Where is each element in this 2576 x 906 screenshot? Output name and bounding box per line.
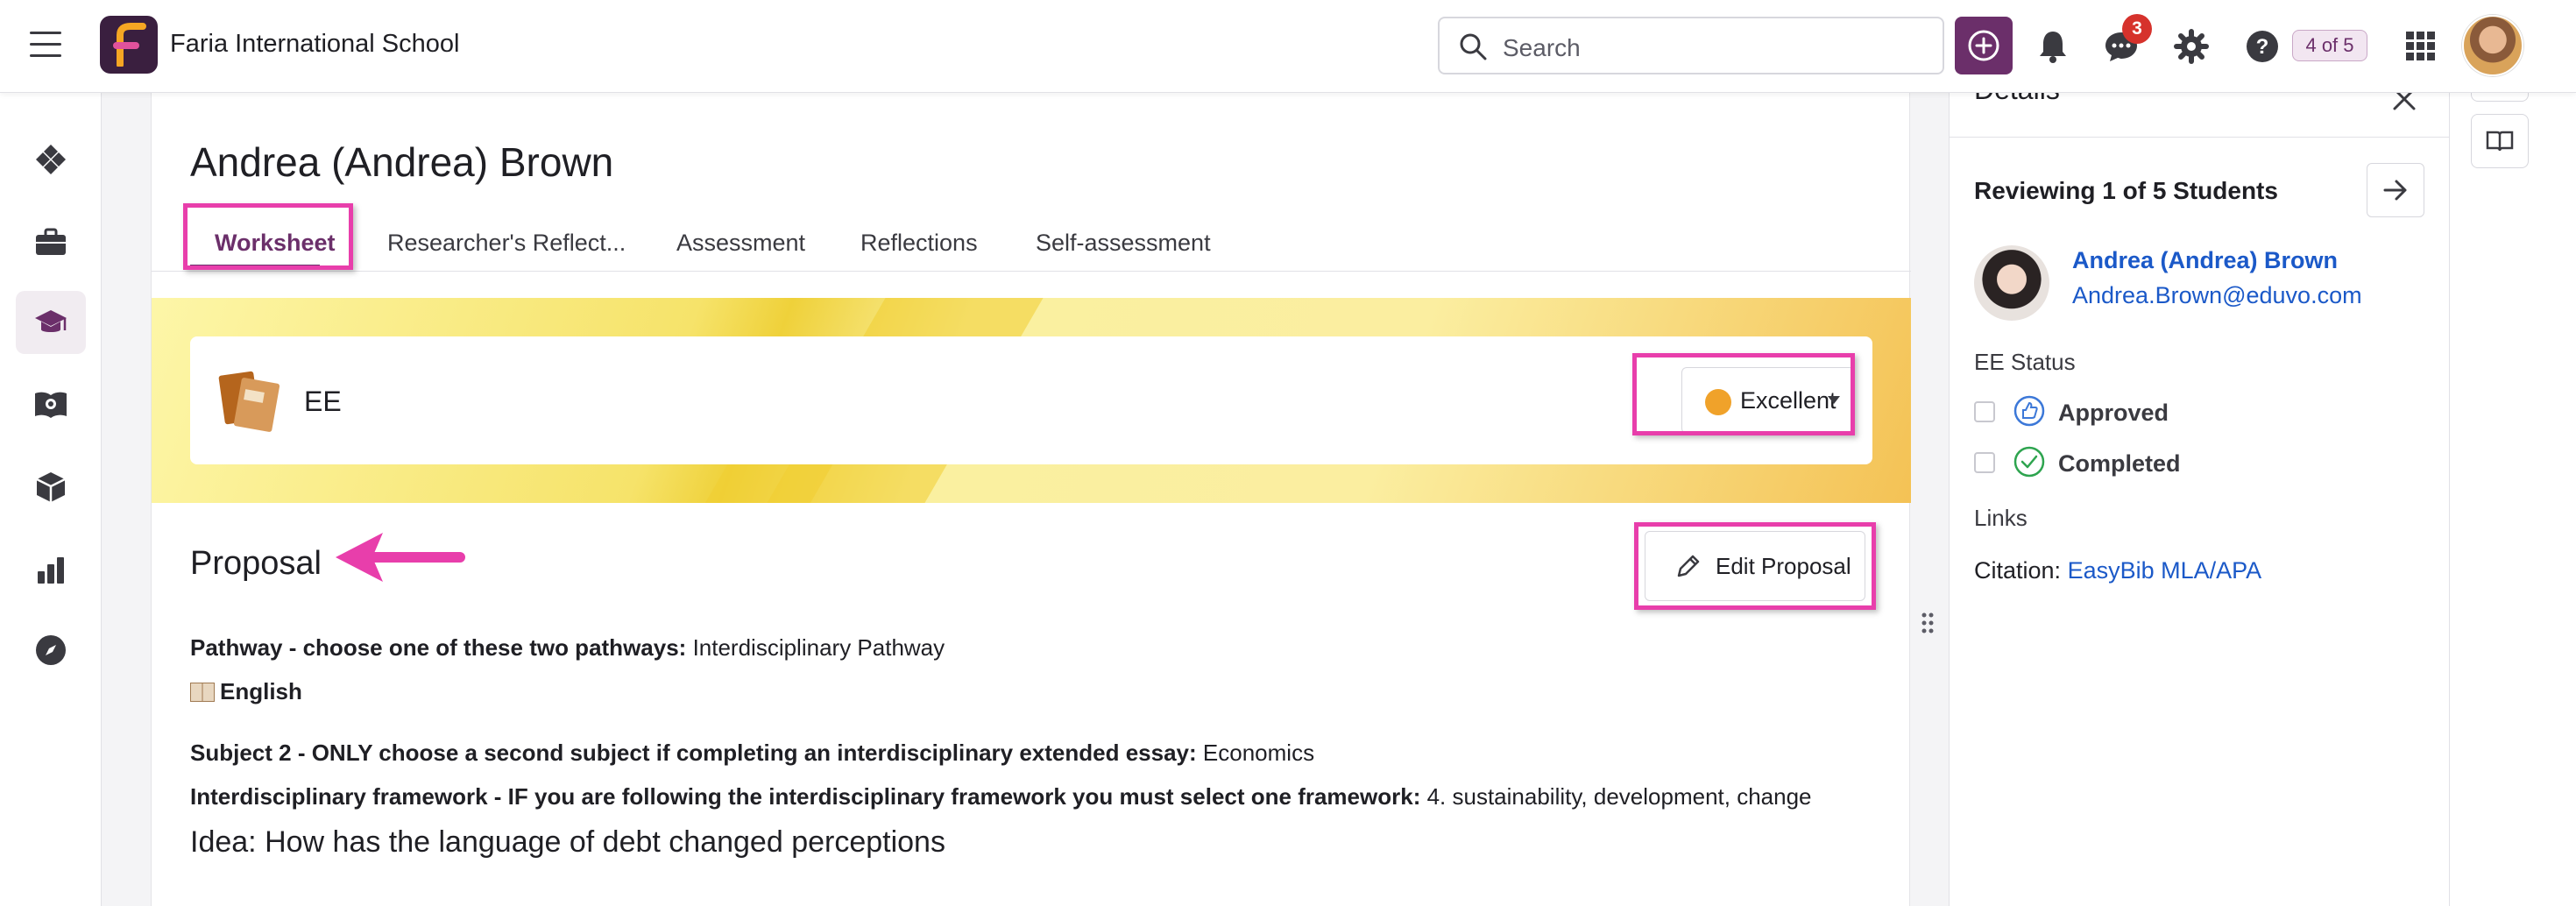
approved-label: Approved (2058, 400, 2169, 426)
citation-label: Citation: (1974, 557, 2062, 584)
notification-badge: 3 (2122, 14, 2152, 44)
sidebar-item-cube[interactable] (16, 456, 86, 519)
details-panel: Details Reviewing 1 of 5 Students Andrea… (1949, 74, 2451, 906)
highlight-grade-dropdown (1632, 353, 1855, 435)
sidebar-item-book[interactable] (16, 373, 86, 436)
student-name-link[interactable]: Andrea (Andrea) Brown (2072, 247, 2338, 274)
search-placeholder: Search (1503, 34, 1581, 61)
sidebar-item-graduation[interactable] (16, 291, 86, 354)
citation-row: Citation: EasyBib MLA/APA (1974, 557, 2261, 584)
briefcase-icon (36, 228, 66, 255)
reviewing-label: Reviewing 1 of 5 Students (1974, 177, 2278, 204)
links-heading: Links (1974, 505, 2028, 531)
sidebar-item-briefcase[interactable] (16, 210, 86, 273)
compass-icon (36, 635, 66, 665)
tab-assessment[interactable]: Assessment (676, 230, 805, 257)
student-avatar (1974, 245, 2049, 321)
arrow-right-icon (2383, 180, 2407, 201)
dashboard-icon (36, 145, 66, 174)
school-name: Faria International School (170, 30, 460, 58)
ee-status-heading: EE Status (1974, 349, 2076, 375)
help-icon[interactable]: ? (2244, 28, 2281, 65)
subject2-field: Subject 2 - ONLY choose a second subject… (190, 740, 1314, 767)
subject2-label: Subject 2 - ONLY choose a second subject… (190, 740, 1197, 766)
check-circle-icon (2013, 446, 2045, 478)
subject1-field: English (190, 678, 302, 705)
books-icon (218, 371, 280, 432)
bar-chart-icon (38, 557, 64, 584)
tab-self-assessment[interactable]: Self-assessment (1036, 230, 1211, 257)
idea-heading: Idea: How has the language of debt chang… (190, 825, 945, 859)
easybib-link[interactable]: EasyBib MLA/APA (2068, 557, 2262, 584)
divider (1950, 137, 2451, 138)
tab-reflections[interactable]: Reflections (860, 230, 978, 257)
proposal-heading: Proposal (190, 545, 322, 582)
framework-value: 4. sustainability, development, change (1426, 783, 1812, 810)
hamburger-menu-icon[interactable] (30, 32, 61, 60)
pathway-label: Pathway - choose one of these two pathwa… (190, 634, 687, 661)
framework-field: Interdisciplinary framework - IF you are… (190, 783, 1812, 810)
page-title: Andrea (Andrea) Brown (190, 139, 614, 185)
gear-icon[interactable] (2173, 28, 2210, 65)
book-icon (35, 392, 67, 418)
cube-icon (36, 472, 66, 502)
school-logo[interactable] (100, 16, 158, 74)
completed-checkbox[interactable] (1974, 452, 1995, 473)
completed-label: Completed (2058, 450, 2181, 477)
bell-icon[interactable] (2035, 28, 2071, 65)
ee-label: EE (304, 386, 342, 417)
sidebar-item-compass[interactable] (16, 619, 86, 682)
subject2-value: Economics (1202, 740, 1315, 766)
thumbs-up-icon (2013, 395, 2045, 427)
highlight-edit-proposal (1634, 522, 1876, 610)
book-emoji-icon (190, 683, 215, 702)
subject1-value: English (220, 678, 302, 704)
book-panel-button[interactable] (2471, 114, 2529, 168)
open-book-icon (2486, 131, 2514, 152)
apps-grid-icon[interactable] (2403, 28, 2439, 65)
pathway-value: Interdisciplinary Pathway (692, 634, 945, 661)
highlight-worksheet-tab (183, 203, 353, 270)
tab-bar: Worksheet Researcher's Reflect... Assess… (152, 207, 1911, 272)
next-student-button[interactable] (2367, 163, 2424, 217)
add-button[interactable] (1955, 17, 2013, 74)
svg-text:?: ? (2256, 35, 2269, 59)
tab-researchers-reflection[interactable]: Researcher's Reflect... (387, 230, 626, 257)
sidebar-item-reports[interactable] (16, 538, 86, 601)
annotation-arrow (336, 533, 465, 582)
search-input[interactable]: Search (1438, 17, 1944, 74)
user-avatar[interactable] (2462, 15, 2523, 76)
framework-label: Interdisciplinary framework - IF you are… (190, 783, 1421, 810)
right-toolbar (2450, 75, 2576, 906)
resize-handle-icon[interactable] (1921, 612, 1935, 634)
progress-counter[interactable]: 4 of 5 (2292, 30, 2367, 61)
graduation-cap-icon (35, 310, 67, 332)
main-panel: Andrea (Andrea) Brown Worksheet Research… (151, 93, 1911, 906)
sidebar-item-dashboard[interactable] (16, 128, 86, 191)
pathway-field: Pathway - choose one of these two pathwa… (190, 634, 945, 662)
ee-card: EE Excellent (190, 336, 1872, 464)
student-email-link[interactable]: Andrea.Brown@eduvo.com (2072, 282, 2362, 309)
search-icon (1460, 33, 1487, 60)
approved-checkbox[interactable] (1974, 401, 1995, 422)
left-sidebar (0, 93, 102, 906)
plus-circle-icon (1968, 30, 1999, 61)
top-bar: Faria International School Search 3 ? 4 … (0, 0, 2576, 93)
